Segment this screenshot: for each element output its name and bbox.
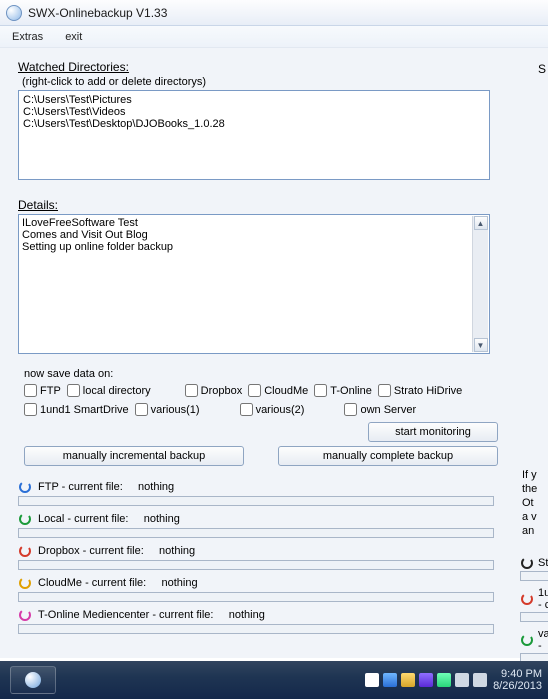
app-icon [6,5,22,21]
taskbar-app-icon [25,672,41,688]
menu-exit[interactable]: exit [65,31,82,43]
system-tray[interactable]: 9:40 PM 8/26/2013 [365,668,548,692]
chk-cloudme[interactable]: CloudMe [248,384,308,397]
taskbar-clock[interactable]: 9:40 PM 8/26/2013 [493,668,542,692]
tray-show-hidden-icon[interactable] [365,673,379,687]
scroll-down-icon[interactable]: ▼ [474,338,488,352]
taskbar[interactable]: 9:40 PM 8/26/2013 [0,661,548,699]
details-text: ILoveFreeSoftware Test Comes and Visit O… [22,217,471,351]
progress-cloudme [18,592,494,602]
chk-local-label: local directory [83,385,151,397]
chk-various1-label: various(1) [151,404,200,416]
status-strato: Strato [538,557,548,569]
scroll-up-icon[interactable]: ▲ [474,216,488,230]
refresh-icon [18,608,32,622]
save-targets-label: now save data on: [24,368,548,380]
clock-time: 9:40 PM [493,668,542,680]
window-title: SWX-Onlinebackup V1.33 [28,6,167,20]
status-cloudme: CloudMe - current file: nothing [38,577,198,589]
chk-tonline-label: T-Online [330,385,372,397]
status-dropbox: Dropbox - current file: nothing [38,545,195,557]
app-window: SWX-Onlinebackup V1.33 Extras exit S Wat… [0,0,548,699]
watched-dirs-label: Watched Directories: [18,60,548,74]
status-block-left: FTP - current file: nothing Local - curr… [18,480,508,634]
cut-label-right: S [538,62,546,76]
watched-dir-3[interactable]: C:\Users\Test\Desktop\DJOBooks_1.0.28 [23,118,225,130]
menu-extras[interactable]: Extras [12,31,43,43]
progress-strato [520,571,548,581]
chk-dropbox[interactable]: Dropbox [185,384,243,397]
chk-1und1-label: 1und1 SmartDrive [40,404,129,416]
chk-strato-box[interactable] [378,384,391,397]
tray-volume-icon[interactable] [473,673,487,687]
chk-strato[interactable]: Strato HiDrive [378,384,462,397]
tray-shield-icon[interactable] [401,673,415,687]
chk-dropbox-label: Dropbox [201,385,243,397]
chk-local-box[interactable] [67,384,80,397]
watched-dirs-hint: (right-click to add or delete directorys… [18,76,548,88]
progress-tonline [18,624,494,634]
details-box[interactable]: ILoveFreeSoftware Test Comes and Visit O… [18,214,490,354]
status-1und1: 1und1 - cur [538,587,548,611]
chk-various1-box[interactable] [135,403,148,416]
chk-ownserver-box[interactable] [344,403,357,416]
manual-incremental-button[interactable]: manually incremental backup [24,446,244,466]
refresh-icon [520,633,534,647]
chk-cloudme-box[interactable] [248,384,261,397]
refresh-icon [18,480,32,494]
status-tonline: T-Online Mediencenter - current file: no… [38,609,265,621]
tray-network-icon[interactable] [455,673,469,687]
details-scrollbar[interactable]: ▲ ▼ [472,216,488,352]
refresh-icon [18,512,32,526]
chk-local[interactable]: local directory [67,384,151,397]
clock-date: 8/26/2013 [493,680,542,692]
start-monitoring-button[interactable]: start monitoring [368,422,498,442]
chk-1und1-box[interactable] [24,403,37,416]
tray-av-icon[interactable] [437,673,451,687]
refresh-icon [18,576,32,590]
chk-cloudme-label: CloudMe [264,385,308,397]
progress-local [18,528,494,538]
cut-paragraph-right: If y the Ot a v an [522,468,548,538]
chk-tonline[interactable]: T-Online [314,384,372,397]
menubar: Extras exit [0,26,548,48]
chk-various2[interactable]: various(2) [240,403,305,416]
chk-various2-label: various(2) [256,404,305,416]
refresh-icon [520,592,534,606]
watched-dirs-list[interactable]: C:\Users\Test\Pictures C:\Users\Test\Vid… [18,90,490,180]
progress-1und1 [520,612,548,622]
progress-ftp [18,496,494,506]
taskbar-app-button[interactable] [10,666,56,694]
chk-strato-label: Strato HiDrive [394,385,462,397]
status-local: Local - current file: nothing [38,513,180,525]
status-various1: various(1) - [538,628,548,652]
progress-dropbox [18,560,494,570]
tray-app-icon[interactable] [419,673,433,687]
chk-ftp-box[interactable] [24,384,37,397]
save-targets: FTP local directory Dropbox CloudMe T-On… [18,384,504,416]
chk-ownserver[interactable]: own Server [344,403,416,416]
details-label: Details: [18,198,548,212]
client-area: S Watched Directories: (right-click to a… [0,48,548,658]
watched-dir-2[interactable]: C:\Users\Test\Videos [23,106,126,118]
chk-1und1[interactable]: 1und1 SmartDrive [24,403,129,416]
chk-ftp-label: FTP [40,385,61,397]
chk-dropbox-box[interactable] [185,384,198,397]
chk-ftp[interactable]: FTP [24,384,61,397]
chk-ownserver-label: own Server [360,404,416,416]
chk-tonline-box[interactable] [314,384,327,397]
watched-dir-1[interactable]: C:\Users\Test\Pictures [23,94,132,106]
status-ftp: FTP - current file: nothing [38,481,174,493]
manual-complete-button[interactable]: manually complete backup [278,446,498,466]
tray-action-center-icon[interactable] [383,673,397,687]
titlebar[interactable]: SWX-Onlinebackup V1.33 [0,0,548,26]
chk-various1[interactable]: various(1) [135,403,200,416]
chk-various2-box[interactable] [240,403,253,416]
refresh-icon [520,556,534,570]
refresh-icon [18,544,32,558]
